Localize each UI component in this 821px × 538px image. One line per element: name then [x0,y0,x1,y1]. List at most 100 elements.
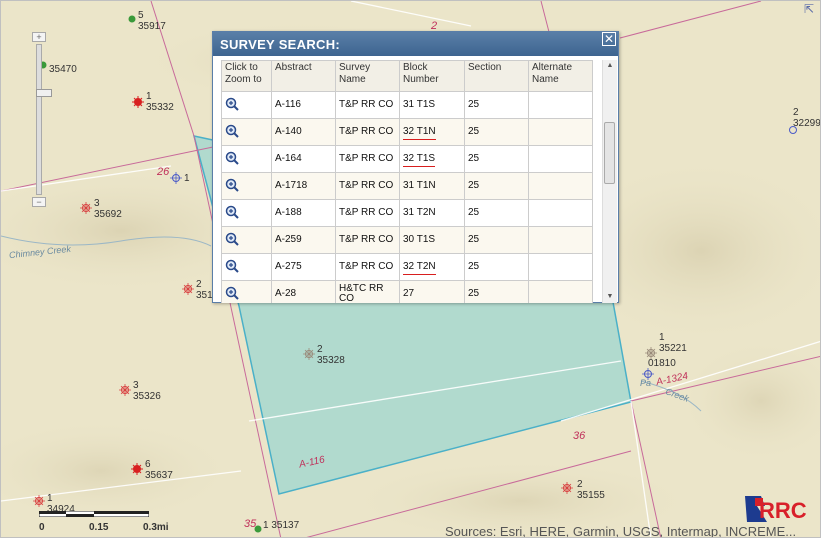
block-number-text: 32 T1S [403,153,436,167]
col-header-abstract[interactable]: Abstract [271,60,336,92]
zoom-to-icon[interactable] [225,124,239,138]
table-row[interactable]: A-116 T&P RR CO 31 T1S 25 [221,91,593,119]
map-attribution[interactable]: Sources: Esri, HERE, Garmin, USGS, Inter… [445,524,796,537]
col-header-block-number[interactable]: Block Number [399,60,465,92]
abstract-cell: A-259 [271,226,336,254]
zoom-to-cell[interactable] [221,226,272,254]
block-number-cell: 32 T1S [399,145,465,173]
table-row[interactable]: A-259 T&P RR CO 30 T1S 25 [221,226,593,254]
zoom-to-cell[interactable] [221,172,272,200]
well-marker-red [132,96,144,108]
scale-tick: 0.3mi [143,522,169,533]
section-cell: 25 [464,199,529,227]
zoom-out-button[interactable]: − [32,197,46,207]
block-number-cell: 32 T1N [399,118,465,146]
zoom-to-icon[interactable] [225,178,239,192]
zoom-to-icon[interactable] [225,97,239,111]
table-row[interactable]: A-164 T&P RR CO 32 T1S 25 [221,145,593,173]
dialog-title: SURVEY SEARCH: [220,37,341,52]
survey-search-dialog[interactable]: SURVEY SEARCH: ✕ Click to Zoom to Abstra… [212,31,619,303]
table-row[interactable]: A-188 T&P RR CO 31 T2N 25 [221,199,593,227]
survey-name-cell: T&P RR CO [335,118,400,146]
block-number-cell: 27 [399,280,465,303]
scroll-down-button[interactable]: ▼ [603,291,617,303]
well-label: 2 32299 [793,107,821,129]
well-label: 2 35328 [317,344,345,366]
zoom-to-cell[interactable] [221,199,272,227]
section-cell: 25 [464,253,529,281]
well-label: 1 35221 [659,332,687,354]
zoom-to-cell[interactable] [221,280,272,303]
well-label: 1 35137 [263,520,300,531]
zoom-to-icon[interactable] [225,232,239,246]
scroll-up-button[interactable]: ▲ [603,60,617,72]
table-row[interactable]: A-28 H&TC RR CO 27 25 [221,280,593,303]
col-header-alternate-name[interactable]: Alternate Name [528,60,593,92]
well-label: 35470 [49,64,77,75]
table-row[interactable]: A-275 T&P RR CO 32 T2N 25 [221,253,593,281]
col-header-zoom[interactable]: Click to Zoom to [221,60,272,92]
survey-name-cell: T&P RR CO [335,172,400,200]
alternate-name-cell [528,199,593,227]
well-label: 1 [184,173,190,184]
block-number-text: 32 T2N [403,261,436,275]
logo-text: RRC [759,498,807,523]
zoom-to-icon[interactable] [225,151,239,165]
alternate-name-cell [528,172,593,200]
zoom-to-cell[interactable] [221,91,272,119]
well-marker-green [128,15,136,23]
zoom-to-cell[interactable] [221,145,272,173]
well-marker-red-open [33,495,45,507]
section-label: 35 [244,518,257,530]
well-label: 2 35155 [577,479,605,501]
close-button[interactable]: ✕ [602,32,616,46]
zoom-to-icon[interactable] [225,286,239,300]
block-number-text: 31 T2N [403,207,436,218]
survey-name-cell: H&TC RR CO [335,280,400,303]
well-label: 3 35326 [133,380,161,402]
scale-tick: 0.15 [89,522,109,533]
block-number-text: 32 T1N [403,126,436,140]
scale-tick: 0 [39,522,45,533]
block-number-text: 30 T1S [403,234,436,245]
table-row[interactable]: A-1718 T&P RR CO 31 T1N 25 [221,172,593,200]
zoom-to-icon[interactable] [225,205,239,219]
well-label: 1 35332 [146,91,174,113]
zoom-in-button[interactable]: + [32,32,46,42]
zoom-slider[interactable]: + − [32,32,52,209]
abstract-cell: A-275 [271,253,336,281]
zoom-track[interactable] [36,44,52,195]
survey-name-cell: T&P RR CO [335,253,400,281]
section-cell: 25 [464,145,529,173]
abstract-cell: A-1718 [271,172,336,200]
well-label: 2 351 [196,279,213,301]
block-number-cell: 31 T1S [399,91,465,119]
zoom-to-cell[interactable] [221,253,272,281]
survey-name-cell: T&P RR CO [335,226,400,254]
results-table-container: Click to Zoom to Abstract Survey Name Bl… [221,60,593,303]
block-number-text: 31 T1N [403,180,436,191]
block-number-cell: 31 T2N [399,199,465,227]
section-cell: 25 [464,172,529,200]
abstract-cell: A-116 [271,91,336,119]
block-number-text: 31 T1S [403,99,436,110]
scroll-thumb[interactable] [604,122,615,184]
zoom-to-cell[interactable] [221,118,272,146]
alternate-name-cell [528,145,593,173]
scale-bar-graphic [39,511,149,517]
well-marker-red-open [119,384,131,396]
dialog-scrollbar[interactable]: ▲ ▼ [602,60,617,303]
dialog-header[interactable]: SURVEY SEARCH: ✕ [213,32,618,56]
well-label: 5 35917 [138,10,166,32]
well-marker-red-open [182,283,194,295]
section-cell: 25 [464,226,529,254]
zoom-thumb[interactable] [36,89,52,97]
expand-arrow-icon[interactable]: ⇱ [804,3,818,15]
zoom-to-icon[interactable] [225,259,239,273]
section-label: 26 [157,166,170,178]
table-row[interactable]: A-140 T&P RR CO 32 T1N 25 [221,118,593,146]
section-cell: 25 [464,280,529,303]
section-label: 36 [573,430,586,442]
col-header-section[interactable]: Section [464,60,529,92]
col-header-survey-name[interactable]: Survey Name [335,60,400,92]
